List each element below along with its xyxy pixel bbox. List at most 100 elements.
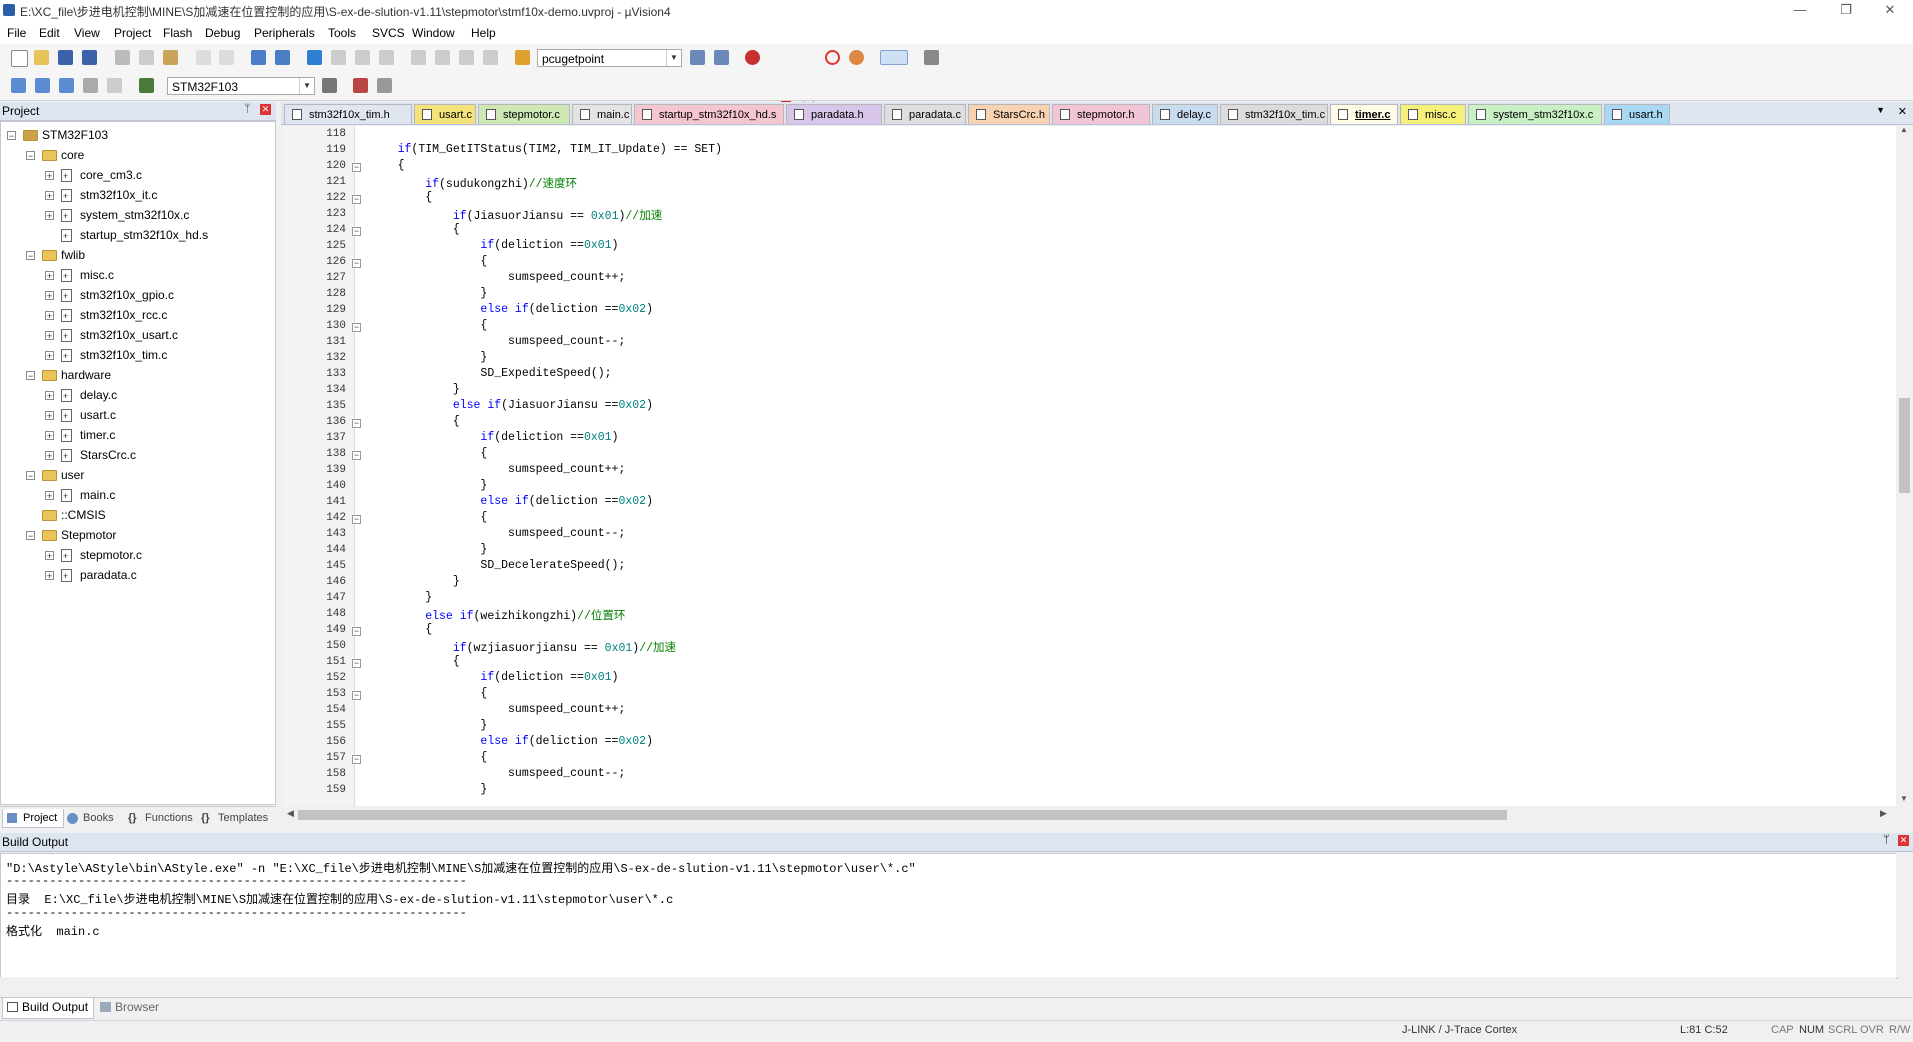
manage-books-icon[interactable] (377, 78, 392, 93)
copy-icon[interactable] (139, 50, 154, 65)
code-line[interactable]: if(TIM_GetITStatus(TIM2, TIM_IT_Update) … (370, 143, 722, 156)
code-line[interactable]: SD_ExpediteSpeed(); (370, 367, 611, 380)
target-options-icon[interactable] (322, 78, 337, 93)
menu-file[interactable]: File (7, 26, 26, 40)
tree-folder-item[interactable]: ::CMSIS (1, 506, 273, 524)
fold-toggle-icon[interactable]: − (352, 691, 361, 700)
chevron-down-icon[interactable]: ▼ (299, 78, 314, 94)
expand-icon[interactable]: + (45, 191, 54, 201)
editor-tab[interactable]: StarsCrc.h (968, 104, 1050, 124)
tab-list-icon[interactable]: ▼ (1876, 105, 1885, 115)
expand-icon[interactable]: + (45, 491, 54, 501)
menu-flash[interactable]: Flash (163, 26, 192, 40)
code-line[interactable]: if(deliction ==0x01) (370, 431, 618, 444)
tree-file-item[interactable]: startup_stm32f10x_hd.s (1, 226, 273, 245)
manage-components-icon[interactable] (353, 78, 368, 93)
debug-session-icon[interactable] (745, 50, 760, 65)
navigate-forward-icon[interactable] (275, 50, 290, 65)
code-line[interactable]: if(wzjiasuorjiansu == 0x01)//加速 (370, 639, 676, 655)
collapse-icon[interactable]: − (26, 251, 35, 261)
code-line[interactable]: else if(deliction ==0x02) (370, 495, 653, 508)
fold-toggle-icon[interactable]: − (352, 195, 361, 204)
tree-file-item[interactable]: + stm32f10x_it.c (1, 186, 273, 205)
code-line[interactable]: } (370, 351, 487, 364)
expand-icon[interactable]: + (45, 351, 54, 361)
navigate-back-icon[interactable] (251, 50, 266, 65)
menu-help[interactable]: Help (471, 26, 496, 40)
code-line[interactable]: } (370, 479, 487, 492)
code-line[interactable]: } (370, 543, 487, 556)
stop-build-icon[interactable] (107, 78, 122, 93)
code-line[interactable]: { (370, 511, 487, 524)
expand-icon[interactable]: + (45, 291, 54, 301)
menu-edit[interactable]: Edit (39, 26, 60, 40)
fold-toggle-icon[interactable]: − (352, 755, 361, 764)
tree-file-item[interactable]: + timer.c (1, 426, 273, 445)
tree-folder-item[interactable]: − user (1, 466, 273, 484)
editor-tab[interactable]: stm32f10x_tim.c (1220, 104, 1328, 124)
tree-file-item[interactable]: + stm32f10x_tim.c (1, 346, 273, 365)
menu-peripherals[interactable]: Peripherals (254, 26, 315, 40)
disable-all-breakpoints-icon[interactable] (825, 50, 840, 65)
editor-tab[interactable]: misc.c (1400, 104, 1466, 124)
close-icon[interactable]: ✕ (260, 104, 271, 115)
uncomment-icon[interactable] (483, 50, 498, 65)
window-layout-icon[interactable] (880, 50, 908, 65)
editor-tab[interactable]: stepmotor.c (478, 104, 570, 124)
find-combo[interactable]: pcugetpoint ▼ (537, 49, 682, 67)
code-line[interactable]: { (370, 447, 487, 460)
editor-tab[interactable]: main.c (572, 104, 632, 124)
tab-build-output[interactable]: Build Output (2, 998, 94, 1019)
minimize-button[interactable]: — (1777, 0, 1823, 22)
save-icon[interactable] (58, 50, 73, 65)
editor-tab[interactable]: stepmotor.h (1052, 104, 1150, 124)
menu-view[interactable]: View (74, 26, 100, 40)
tree-file-item[interactable]: + core_cm3.c (1, 166, 273, 185)
close-window-button[interactable]: ✕ (1867, 0, 1913, 22)
scroll-up-icon[interactable]: ▲ (1900, 125, 1908, 134)
code-line[interactable]: else if(JiasuorJiansu ==0x02) (370, 399, 653, 412)
tree-root-item[interactable]: − STM32F103 (1, 126, 273, 144)
code-line[interactable]: } (370, 719, 487, 732)
expand-icon[interactable]: + (45, 451, 54, 461)
code-line[interactable]: else if(deliction ==0x02) (370, 303, 653, 316)
code-line[interactable]: sumspeed_count--; (370, 335, 625, 348)
code-line[interactable]: { (370, 159, 405, 172)
editor-tab[interactable]: usart.c (414, 104, 476, 124)
find-in-files-icon[interactable] (515, 50, 530, 65)
code-line[interactable]: { (370, 191, 432, 204)
tree-folder-item[interactable]: − hardware (1, 366, 273, 384)
code-line[interactable]: { (370, 751, 487, 764)
find-icon[interactable] (690, 50, 705, 65)
code-line[interactable]: } (370, 383, 460, 396)
editor-vertical-scroll-thumb[interactable] (1899, 398, 1910, 493)
comment-icon[interactable] (459, 50, 474, 65)
expand-icon[interactable]: + (45, 571, 54, 581)
code-line[interactable]: } (370, 287, 487, 300)
tree-file-item[interactable]: + usart.c (1, 406, 273, 425)
close-editor-icon[interactable]: ✕ (1898, 105, 1907, 118)
expand-icon[interactable]: + (45, 411, 54, 421)
expand-icon[interactable]: + (45, 551, 54, 561)
fold-toggle-icon[interactable]: − (352, 323, 361, 332)
close-icon[interactable]: ✕ (1898, 835, 1909, 846)
incremental-find-icon[interactable] (714, 50, 729, 65)
build-icon[interactable] (35, 78, 50, 93)
expand-icon[interactable]: + (45, 271, 54, 281)
code-line[interactable]: { (370, 255, 487, 268)
menu-window[interactable]: Window (412, 26, 455, 40)
tree-file-item[interactable]: + misc.c (1, 266, 273, 285)
code-line[interactable]: sumspeed_count--; (370, 767, 625, 780)
code-line[interactable]: { (370, 415, 460, 428)
build-output-hscrollbar[interactable] (0, 977, 1896, 995)
build-output-text[interactable]: "D:\Astyle\AStyle\bin\AStyle.exe" -n "E:… (0, 853, 1898, 979)
code-line[interactable]: { (370, 623, 432, 636)
collapse-icon[interactable]: − (26, 371, 35, 381)
code-line[interactable]: sumspeed_count--; (370, 527, 625, 540)
code-line[interactable]: else if(weizhikongzhi)//位置环 (370, 607, 625, 623)
redo-icon[interactable] (219, 50, 234, 65)
collapse-icon[interactable]: − (26, 151, 35, 161)
menu-tools[interactable]: Tools (328, 26, 356, 40)
cut-icon[interactable] (115, 50, 130, 65)
tree-file-item[interactable]: + stm32f10x_gpio.c (1, 286, 273, 305)
